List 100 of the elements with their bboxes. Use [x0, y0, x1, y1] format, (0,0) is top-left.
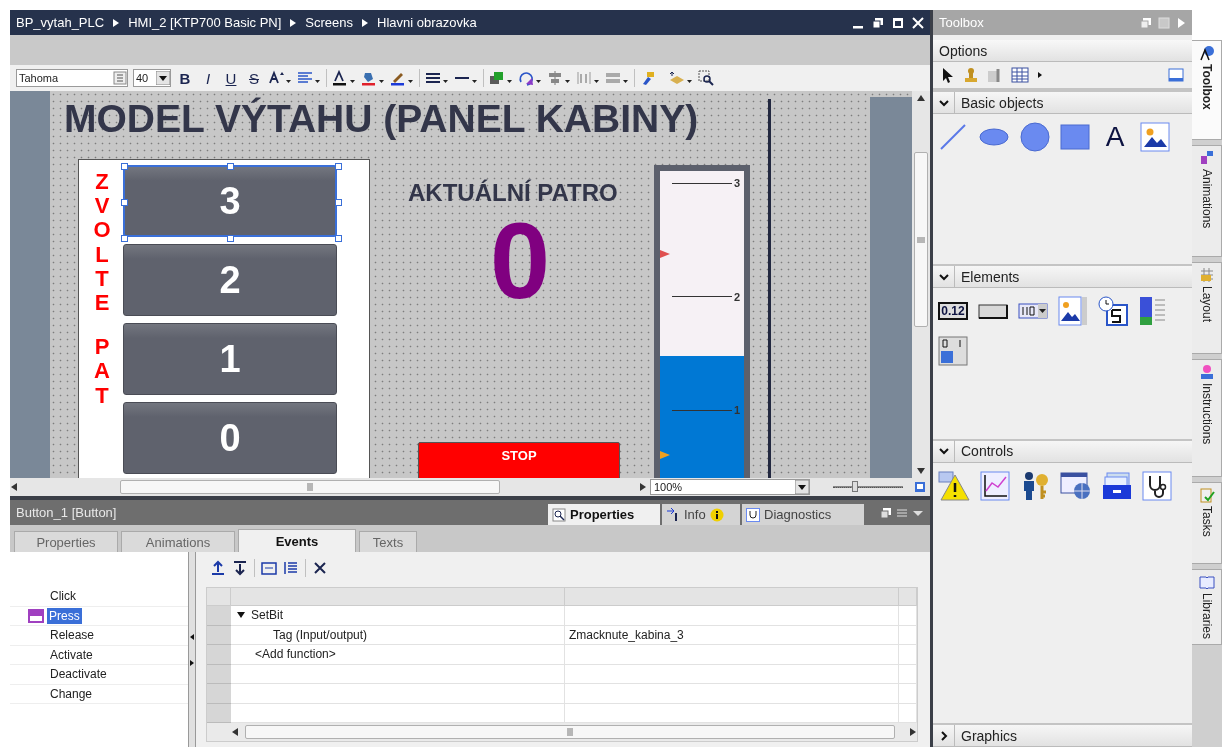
bar-tool-icon[interactable]	[1138, 296, 1168, 327]
picture-tool-icon[interactable]	[1140, 122, 1170, 152]
event-item[interactable]: Change	[48, 685, 95, 702]
floor-button[interactable]: 1	[123, 323, 337, 395]
collapse-all-icon[interactable]	[261, 560, 277, 576]
align-icon[interactable]	[297, 70, 321, 86]
event-item[interactable]: Press	[47, 607, 82, 624]
floor-button[interactable]: 2	[123, 244, 337, 316]
properties-tab[interactable]: Texts	[359, 531, 417, 552]
circle-tool-icon[interactable]	[1020, 122, 1050, 152]
scroll-right-icon[interactable]	[909, 728, 917, 736]
breadcrumb-item[interactable]: BP_vytah_PLC	[16, 15, 105, 30]
vertical-scrollbar[interactable]	[912, 91, 930, 478]
line-tool-icon[interactable]	[938, 122, 968, 152]
equal-size-icon[interactable]	[605, 70, 629, 86]
font-size-icon[interactable]	[268, 70, 292, 86]
screen-canvas[interactable]: MODEL VÝTAHU (PANEL KABINY) ZVOLTE PAT 3 2 1 0 AKTUÁLNÍ PATRO 0 3 2 1 STOP	[50, 91, 912, 478]
event-item[interactable]: Click	[48, 588, 78, 605]
floor-button[interactable]: 0	[123, 402, 337, 474]
format-button[interactable]: S	[245, 69, 263, 87]
section-header[interactable]: Elements	[933, 266, 1192, 289]
maximize-icon[interactable]	[892, 16, 904, 29]
rectangle-tool-icon[interactable]	[1060, 122, 1090, 152]
overview-icon[interactable]	[914, 481, 926, 493]
inspector-tab[interactable]: Info	[662, 504, 740, 525]
parameter-value[interactable]: Zmacknute_kabina_3	[565, 625, 899, 645]
breadcrumb-item[interactable]: Screens	[305, 15, 354, 30]
more-icon[interactable]	[1037, 72, 1043, 78]
event-item[interactable]: Activate	[48, 646, 95, 663]
delete-icon[interactable]	[312, 560, 328, 576]
zoom-slider-thumb[interactable]	[852, 481, 859, 492]
section-header[interactable]: Basic objects	[933, 92, 1192, 114]
line-color-icon[interactable]	[390, 70, 414, 86]
scroll-thumb[interactable]	[120, 480, 500, 494]
scroll-thumb[interactable]	[245, 725, 895, 739]
expand-all-icon[interactable]	[283, 560, 299, 576]
window-icon[interactable]	[1168, 68, 1184, 82]
rotate-icon[interactable]	[518, 70, 542, 86]
properties-tab[interactable]: Events	[238, 529, 356, 552]
pointer-icon[interactable]	[941, 67, 955, 83]
warning-envelope-icon[interactable]	[938, 470, 970, 501]
scroll-up-icon[interactable]	[917, 94, 925, 102]
switch-tool-icon[interactable]	[938, 336, 968, 367]
layer-icon[interactable]	[669, 70, 693, 86]
format-button[interactable]: U	[222, 69, 240, 87]
expand-caret-icon[interactable]	[237, 611, 245, 620]
picture-list-tool-icon[interactable]	[1058, 296, 1088, 327]
properties-icon[interactable]	[987, 67, 1003, 83]
side-tab[interactable]: Animations	[1192, 145, 1222, 257]
move-up-icon[interactable]	[210, 560, 226, 576]
floor-gauge[interactable]: 3 2 1	[654, 165, 750, 478]
side-tab[interactable]: Instructions	[1192, 359, 1222, 477]
font-field[interactable]: Tahoma	[16, 69, 128, 87]
font-color-icon[interactable]	[332, 70, 356, 86]
side-tab[interactable]: Layout	[1192, 262, 1222, 354]
scroll-thumb[interactable]	[914, 152, 928, 327]
stop-button[interactable]: STOP	[418, 442, 620, 478]
font-size-dropdown[interactable]: 40	[133, 69, 171, 87]
side-tab[interactable]: Tasks	[1192, 482, 1222, 564]
close-icon[interactable]	[912, 16, 924, 29]
horizontal-scrollbar[interactable]	[207, 723, 917, 741]
distribute-icon[interactable]	[576, 70, 600, 86]
scroll-down-icon[interactable]	[917, 467, 925, 475]
zoom-field[interactable]: 100%	[650, 479, 810, 495]
breadcrumb-item[interactable]: HMI_2 [KTP700 Basic PN]	[128, 15, 282, 30]
event-item[interactable]: Release	[48, 627, 97, 644]
stethoscope-icon[interactable]	[1142, 470, 1172, 501]
restore-icon[interactable]	[872, 16, 884, 29]
properties-tab[interactable]: Properties	[14, 531, 118, 552]
caret-icon[interactable]	[156, 71, 170, 85]
scroll-left-icon[interactable]	[10, 483, 18, 491]
line-width-icon[interactable]	[425, 70, 449, 86]
section-header[interactable]: Graphics	[933, 725, 1192, 747]
io-field-tool[interactable]: 0.12	[938, 302, 968, 321]
horizontal-scrollbar[interactable]: 100%	[10, 478, 930, 496]
align-objects-icon[interactable]	[547, 70, 571, 86]
trend-chart-icon[interactable]	[980, 470, 1010, 501]
side-tab[interactable]: Toolbox	[1192, 40, 1222, 140]
properties-tab[interactable]: Animations	[121, 531, 235, 552]
inspector-tab[interactable]: Properties	[548, 504, 660, 525]
browser-globe-icon[interactable]	[1060, 470, 1092, 501]
format-button[interactable]: B	[176, 69, 194, 87]
scroll-left-icon[interactable]	[231, 728, 239, 736]
screen-title[interactable]: MODEL VÝTAHU (PANEL KABINY)	[64, 97, 699, 141]
floor-panel[interactable]: ZVOLTE PAT 3 2 1 0	[78, 159, 370, 478]
bring-forward-icon[interactable]	[489, 70, 513, 86]
table-icon[interactable]	[1011, 67, 1029, 83]
side-tab[interactable]: Libraries	[1192, 569, 1222, 645]
caret-icon[interactable]	[795, 480, 809, 494]
add-function-link[interactable]: <Add function>	[255, 647, 336, 662]
format-button[interactable]: I	[199, 69, 217, 87]
file-drawer-icon[interactable]	[1102, 470, 1132, 501]
fill-color-icon[interactable]	[361, 70, 385, 86]
breadcrumb-item[interactable]: Hlavni obrazovka	[377, 15, 477, 30]
event-item[interactable]: Deactivate	[48, 666, 109, 683]
inspector-tab[interactable]: Diagnostics	[742, 504, 864, 525]
section-header[interactable]: Controls	[933, 440, 1192, 463]
text-tool[interactable]: A	[1100, 122, 1130, 152]
move-down-icon[interactable]	[232, 560, 248, 576]
scroll-right-icon[interactable]	[639, 483, 647, 491]
